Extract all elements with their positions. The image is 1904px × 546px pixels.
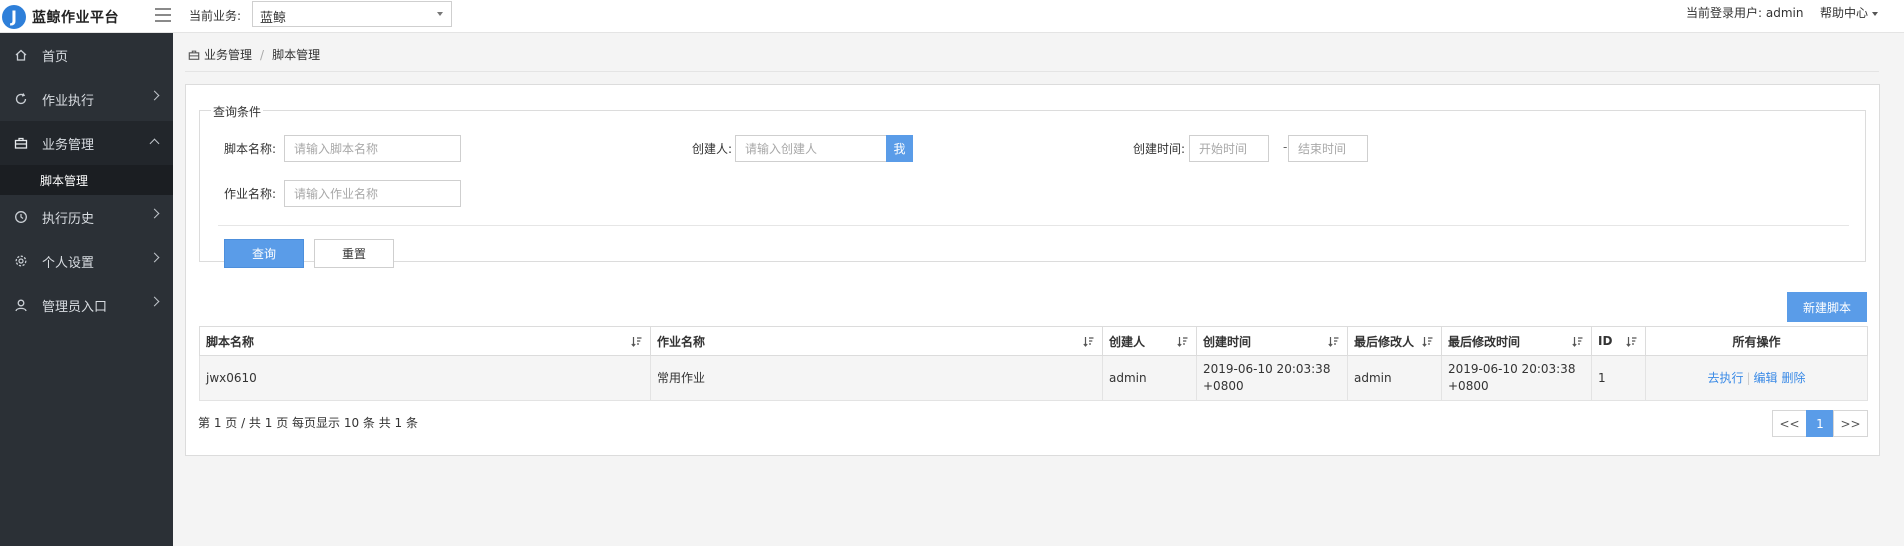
- script-name-input[interactable]: [284, 135, 461, 162]
- column-header-modifier[interactable]: 最后修改人: [1347, 326, 1442, 356]
- op-separator: |: [1746, 370, 1751, 385]
- clock-icon: [14, 210, 28, 224]
- cell-create-time: 2019-06-10 20:03:38 +0800: [1196, 355, 1348, 401]
- sidebar-item-biz-manage[interactable]: 业务管理: [0, 121, 173, 165]
- chevron-up-icon: [149, 138, 160, 149]
- range-dash: -: [1283, 140, 1288, 154]
- column-header-job-name[interactable]: 作业名称: [650, 326, 1103, 356]
- pagination: << 1 >>: [1772, 410, 1868, 437]
- delete-link[interactable]: 删除: [1782, 371, 1806, 385]
- sort-icon: [1328, 337, 1339, 347]
- cell-creator: admin: [1102, 355, 1197, 401]
- briefcase-icon: [188, 49, 200, 61]
- biz-label: 当前业务:: [189, 9, 242, 23]
- column-header-script-name[interactable]: 脚本名称: [199, 326, 651, 356]
- chevron-right-icon: [149, 90, 160, 101]
- prev-page-button[interactable]: <<: [1772, 410, 1807, 437]
- execute-link[interactable]: 去执行: [1707, 371, 1743, 385]
- gear-icon: [14, 254, 28, 268]
- job-name-input[interactable]: [284, 180, 461, 207]
- sidebar-item-label: 作业执行: [42, 93, 95, 109]
- new-script-button[interactable]: 新建脚本: [1787, 292, 1867, 322]
- query-button[interactable]: 查询: [224, 239, 304, 268]
- script-name-label: 脚本名称:: [223, 142, 276, 156]
- cell-script-name: jwx0610: [199, 355, 651, 401]
- sidebar-item-admin[interactable]: 管理员入口: [0, 283, 173, 327]
- sort-icon: [1572, 337, 1583, 347]
- sidebar-item-label: 个人设置: [42, 255, 95, 271]
- sort-icon: [1177, 337, 1188, 347]
- job-name-label: 作业名称:: [223, 187, 276, 201]
- current-user: 当前登录用户: admin: [1686, 6, 1804, 20]
- cell-modify-time: 2019-06-10 20:03:38 +0800: [1441, 355, 1592, 401]
- creator-input[interactable]: [735, 135, 887, 162]
- sidebar-item-label: 管理员入口: [42, 299, 108, 315]
- help-center-label: 帮助中心: [1820, 6, 1869, 20]
- chevron-right-icon: [149, 208, 160, 219]
- biz-selected-value: 蓝鲸: [260, 11, 287, 26]
- logo-mark-icon: J: [2, 4, 26, 29]
- table-row: jwx0610 常用作业 admin 2019-06-10 20:03:38 +0…: [199, 355, 1868, 401]
- page-1-button[interactable]: 1: [1806, 410, 1834, 437]
- sidebar-item-job-execute[interactable]: 作业执行: [0, 77, 173, 121]
- menu-toggle-icon[interactable]: [155, 8, 171, 22]
- me-button[interactable]: 我: [886, 135, 913, 162]
- sidebar-item-label: 首页: [42, 49, 69, 65]
- cell-operations: 去执行 | 编辑 删除: [1645, 355, 1868, 401]
- home-icon: [14, 48, 28, 62]
- query-legend: 查询条件: [211, 103, 264, 120]
- top-header: J 蓝鲸作业平台 当前业务: 蓝鲸 当前登录用户: admin 帮助中心: [0, 0, 1904, 33]
- sidebar-item-label: 业务管理: [42, 137, 95, 153]
- help-center-menu[interactable]: 帮助中心: [1820, 4, 1879, 21]
- create-time-label: 创建时间:: [1132, 142, 1185, 156]
- sort-icon: [1083, 337, 1094, 347]
- sort-icon: [631, 337, 642, 347]
- sidebar-item-home[interactable]: 首页: [0, 33, 173, 77]
- start-time-input[interactable]: [1189, 135, 1269, 162]
- table-header-row: 脚本名称 作业名称 创建人 创建时间 最后修改人 最后修改时间 ID 所有操作: [199, 326, 1868, 356]
- cell-id: 1: [1591, 355, 1646, 401]
- sidebar-item-history[interactable]: 执行历史: [0, 195, 173, 239]
- cell-job-name: 常用作业: [650, 355, 1103, 401]
- column-header-create-time[interactable]: 创建时间: [1196, 326, 1348, 356]
- creator-label: 创建人:: [691, 142, 732, 156]
- app-title: 蓝鲸作业平台: [32, 9, 119, 26]
- page-info: 第 1 页 / 共 1 页 每页显示 10 条 共 1 条: [198, 416, 418, 430]
- end-time-input[interactable]: [1288, 135, 1368, 162]
- divider: [218, 225, 1849, 226]
- biz-select[interactable]: 蓝鲸: [252, 1, 452, 27]
- sidebar-item-settings[interactable]: 个人设置: [0, 239, 173, 283]
- cell-modifier: admin: [1347, 355, 1442, 401]
- sort-icon: [1422, 337, 1433, 347]
- column-header-creator[interactable]: 创建人: [1102, 326, 1197, 356]
- next-page-button[interactable]: >>: [1833, 410, 1868, 437]
- app-logo[interactable]: J 蓝鲸作业平台: [0, 0, 172, 33]
- query-conditions: 查询条件 脚本名称: 创建人: 我 创建时间: - 作业名称: 查询 重置: [199, 103, 1866, 268]
- sort-icon: [1626, 337, 1637, 347]
- chevron-right-icon: [149, 252, 160, 263]
- column-header-operations: 所有操作: [1645, 326, 1868, 356]
- breadcrumb-separator: /: [260, 47, 265, 62]
- sidebar-subitem-script-manage[interactable]: 脚本管理: [0, 165, 173, 195]
- column-header-modify-time[interactable]: 最后修改时间: [1441, 326, 1592, 356]
- divider: [185, 71, 1879, 72]
- refresh-icon: [14, 92, 28, 106]
- sidebar: 首页 作业执行 业务管理 脚本管理 执行历史 个人设置 管理员入口: [0, 33, 173, 546]
- breadcrumb-parent[interactable]: 业务管理: [204, 46, 252, 63]
- reset-button[interactable]: 重置: [314, 239, 394, 268]
- user-icon: [14, 298, 28, 312]
- edit-link[interactable]: 编辑: [1754, 371, 1778, 385]
- script-table: 脚本名称 作业名称 创建人 创建时间 最后修改人 最后修改时间 ID 所有操作 …: [199, 326, 1868, 401]
- main-panel: 查询条件 脚本名称: 创建人: 我 创建时间: - 作业名称: 查询 重置 新建…: [185, 84, 1880, 456]
- caret-down-icon: [1872, 11, 1879, 16]
- breadcrumb: 业务管理 / 脚本管理: [188, 46, 320, 63]
- briefcase-icon: [14, 136, 28, 150]
- breadcrumb-current: 脚本管理: [272, 48, 321, 62]
- sidebar-item-label: 执行历史: [42, 211, 95, 227]
- caret-down-icon: [437, 12, 443, 16]
- column-header-id[interactable]: ID: [1591, 326, 1646, 356]
- chevron-right-icon: [149, 296, 160, 307]
